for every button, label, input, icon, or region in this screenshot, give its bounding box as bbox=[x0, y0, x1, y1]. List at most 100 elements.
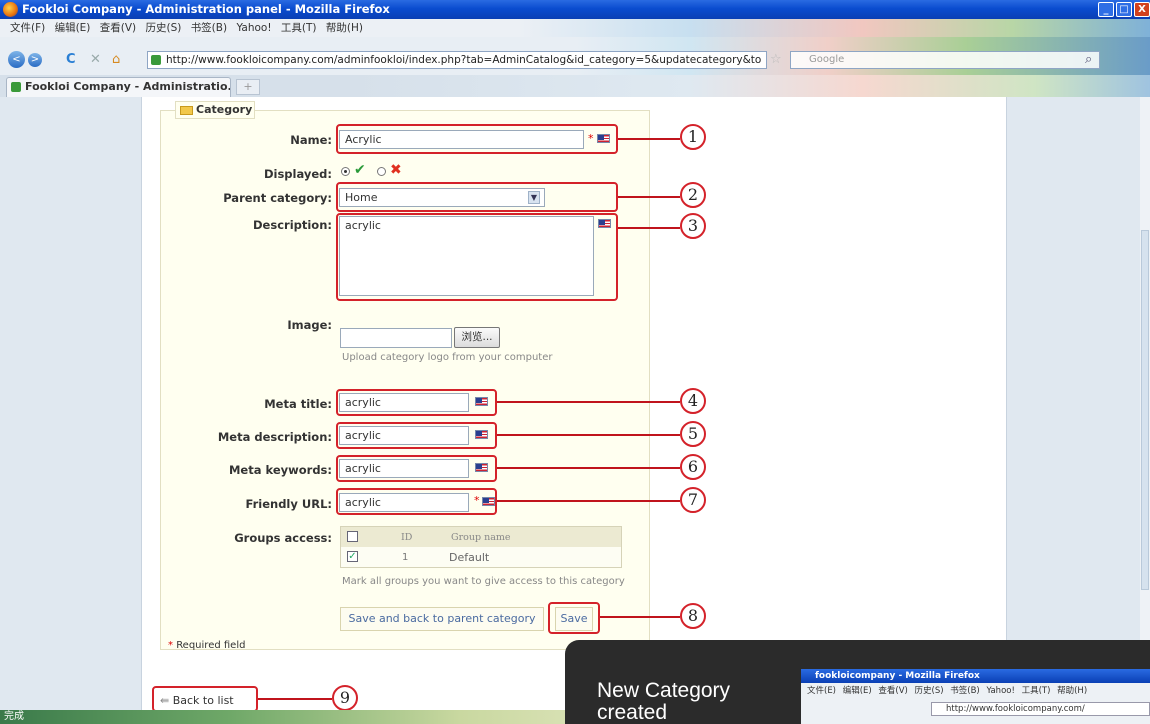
menu-file[interactable]: 文件(F) bbox=[10, 22, 45, 34]
window-titlebar: Fookloi Company - Administration panel -… bbox=[0, 0, 1150, 19]
description-label: Description: bbox=[253, 218, 332, 232]
browse-button[interactable]: 浏览... bbox=[454, 327, 500, 348]
callout-line-name bbox=[618, 138, 680, 140]
tab-bar: Fookloi Company - Administratio... + bbox=[0, 75, 1150, 97]
address-bar[interactable]: http://www.fookloicompany.com/adminfookl… bbox=[147, 51, 767, 69]
menu-edit[interactable]: 编辑(E) bbox=[55, 22, 91, 34]
callout-box-name bbox=[336, 124, 618, 154]
callout-3: 3 bbox=[680, 213, 706, 239]
forward-icon[interactable]: > bbox=[28, 53, 42, 67]
callout-box-parent bbox=[336, 182, 618, 212]
check-icon: ✔ bbox=[354, 162, 366, 178]
reload-icon[interactable]: C bbox=[66, 51, 76, 68]
callout-line-meta-description bbox=[497, 434, 680, 436]
select-all-checkbox[interactable] bbox=[347, 531, 358, 542]
callout-4: 4 bbox=[680, 388, 706, 414]
image-file-input[interactable] bbox=[340, 328, 452, 348]
minimize-button[interactable]: _ bbox=[1098, 2, 1114, 17]
search-icon[interactable]: ⌕ bbox=[1085, 51, 1092, 68]
scrollbar-thumb[interactable] bbox=[1141, 230, 1149, 590]
window-title: Fookloi Company - Administration panel -… bbox=[22, 2, 390, 16]
callout-box-description bbox=[336, 213, 618, 301]
groups-hint: Mark all groups you want to give access … bbox=[342, 576, 625, 587]
displayed-label: Displayed: bbox=[263, 167, 332, 181]
callout-8: 8 bbox=[680, 603, 706, 629]
maximize-button[interactable]: □ bbox=[1116, 2, 1132, 17]
menu-view[interactable]: 查看(V) bbox=[100, 22, 136, 34]
tab-favicon-icon bbox=[11, 82, 21, 92]
cross-icon: ✖ bbox=[390, 162, 402, 178]
search-placeholder: Google bbox=[809, 54, 845, 65]
groups-header-id: ID bbox=[401, 532, 413, 543]
groups-access-label: Groups access: bbox=[234, 531, 332, 545]
close-window-button[interactable]: X bbox=[1134, 2, 1150, 17]
callout-line-meta-keywords bbox=[497, 467, 680, 469]
callout-line-save bbox=[600, 616, 680, 618]
callout-1: 1 bbox=[680, 124, 706, 150]
required-note: * Required field bbox=[168, 640, 245, 651]
new-tab-button[interactable]: + bbox=[236, 79, 260, 95]
stop-icon[interactable]: ✕ bbox=[90, 51, 101, 68]
name-label: Name: bbox=[290, 133, 332, 147]
callout-7: 7 bbox=[680, 487, 706, 513]
home-icon[interactable]: ⌂ bbox=[112, 51, 120, 68]
back-icon[interactable]: < bbox=[8, 51, 25, 68]
menu-tools[interactable]: 工具(T) bbox=[281, 22, 317, 34]
menu-help[interactable]: 帮助(H) bbox=[326, 22, 363, 34]
save-and-back-button[interactable]: Save and back to parent category bbox=[340, 607, 544, 631]
navigation-toolbar: < > C ✕ ⌂ http://www.fookloicompany.com/… bbox=[0, 37, 1150, 75]
required-note-text: Required field bbox=[176, 640, 246, 651]
group-default-checkbox[interactable]: ✓ bbox=[347, 551, 358, 562]
groups-table: ID Group name ✓ 1 Default bbox=[340, 526, 622, 568]
callout-box-save bbox=[548, 602, 600, 634]
callout-2: 2 bbox=[680, 182, 706, 208]
folder-icon bbox=[180, 106, 193, 115]
menu-bar: 文件(F) 编辑(E) 查看(V) 历史(S) 书签(B) Yahoo! 工具(… bbox=[0, 19, 1150, 37]
mini-browser-url: http://www.fookloicompany.com/ bbox=[931, 702, 1150, 716]
friendly-url-label: Friendly URL: bbox=[245, 497, 332, 511]
callout-9: 9 bbox=[332, 685, 358, 711]
tab-admin-panel[interactable]: Fookloi Company - Administratio... bbox=[6, 77, 231, 97]
image-label: Image: bbox=[287, 318, 332, 332]
meta-title-label: Meta title: bbox=[264, 397, 332, 411]
image-hint: Upload category logo from your computer bbox=[342, 352, 553, 363]
callout-box-back bbox=[152, 686, 258, 712]
callout-6: 6 bbox=[680, 454, 706, 480]
required-note-star: * bbox=[168, 640, 173, 651]
mini-browser-menu: 文件(E) 编辑(E) 查看(V) 历史(S) 书签(B) Yahoo! 工具(… bbox=[807, 686, 1088, 696]
displayed-yes-radio[interactable] bbox=[341, 167, 350, 176]
callout-line-meta-title bbox=[497, 401, 680, 403]
category-legend: Category bbox=[175, 101, 255, 119]
legend-label: Category bbox=[196, 103, 253, 116]
callout-box-meta-description bbox=[336, 422, 497, 449]
groups-header-name: Group name bbox=[451, 532, 511, 543]
callout-box-friendly-url bbox=[336, 488, 497, 515]
status-text: 完成 bbox=[4, 711, 24, 722]
displayed-no-radio[interactable] bbox=[377, 167, 386, 176]
callout-box-meta-keywords bbox=[336, 455, 497, 482]
site-favicon-icon bbox=[151, 55, 161, 65]
callout-line-friendly-url bbox=[497, 500, 680, 502]
mini-browser-screenshot: fookloicompany - Mozilla Firefox 文件(E) 编… bbox=[801, 669, 1150, 724]
meta-description-label: Meta description: bbox=[217, 430, 332, 444]
callout-5: 5 bbox=[680, 421, 706, 447]
search-input[interactable]: Google bbox=[790, 51, 1100, 69]
firefox-icon bbox=[3, 2, 18, 17]
tab-label: Fookloi Company - Administratio... bbox=[25, 80, 231, 93]
group-name: Default bbox=[449, 551, 490, 564]
callout-line-parent bbox=[618, 196, 680, 198]
mini-browser-title: fookloicompany - Mozilla Firefox bbox=[801, 669, 1150, 683]
bookmark-star-icon[interactable]: ☆ bbox=[770, 51, 782, 68]
groups-table-header: ID Group name bbox=[341, 527, 621, 547]
group-id: 1 bbox=[402, 552, 409, 563]
parent-category-label: Parent category: bbox=[223, 191, 332, 205]
menu-history[interactable]: 历史(S) bbox=[145, 22, 181, 34]
menu-bookmarks[interactable]: 书签(B) bbox=[191, 22, 227, 34]
address-url: http://www.fookloicompany.com/adminfookl… bbox=[166, 54, 762, 66]
meta-keywords-label: Meta keywords: bbox=[228, 463, 332, 477]
menu-yahoo[interactable]: Yahoo! bbox=[236, 22, 271, 34]
overlay-caption: New Category created bbox=[597, 679, 731, 724]
callout-line-back bbox=[258, 698, 332, 700]
callout-line-description bbox=[618, 227, 680, 229]
callout-box-meta-title bbox=[336, 389, 497, 416]
